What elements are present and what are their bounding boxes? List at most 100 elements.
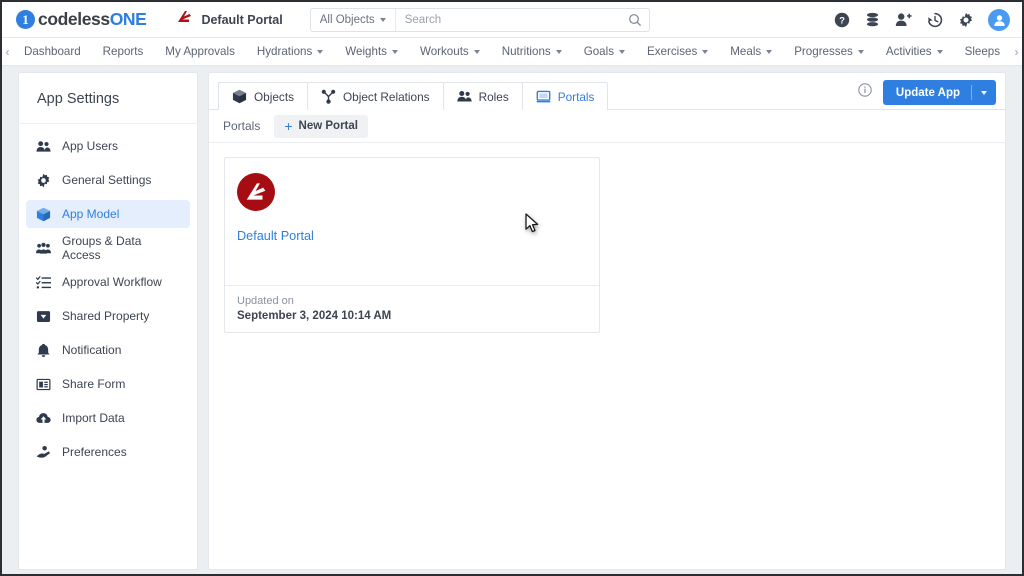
- tab-object-relations[interactable]: Object Relations: [307, 82, 444, 110]
- add-user-icon[interactable]: [895, 12, 912, 29]
- group-access-icon: [36, 241, 51, 256]
- search-input[interactable]: [395, 13, 621, 26]
- nav-item-label: Meals: [730, 45, 762, 58]
- top-bar-icons: ?: [833, 2, 1010, 38]
- search-scope-label: All Objects: [319, 13, 375, 26]
- tab-label: Object Relations: [343, 89, 430, 104]
- gear-icon: [36, 173, 51, 188]
- global-search: All Objects: [309, 7, 650, 32]
- sidebar-item-app-model[interactable]: App Model: [26, 200, 190, 228]
- history-icon[interactable]: [926, 12, 943, 29]
- chevron-right-icon[interactable]: ›: [1011, 38, 1022, 65]
- sidebar-item-notification[interactable]: Notification: [26, 336, 190, 364]
- sidebar-item-general-settings[interactable]: General Settings: [26, 166, 190, 194]
- browser-viewport: 1 codelessONE Default Portal All Objects: [0, 0, 1024, 576]
- object-nav-bar: ‹ Dashboard Reports My Approvals Hydrations…: [2, 38, 1022, 66]
- help-icon[interactable]: ?: [833, 12, 850, 29]
- sidebar-item-import-data[interactable]: Import Data: [26, 404, 190, 432]
- nav-item-dashboard[interactable]: Dashboard: [13, 38, 92, 65]
- tab-roles[interactable]: Roles: [442, 82, 523, 110]
- sidebar-item-label: Share Form: [62, 377, 126, 391]
- portal-updated-value: September 3, 2024 10:14 AM: [237, 310, 392, 322]
- brand-name-blue: ONE: [109, 9, 147, 29]
- sidebar-item-shared-property[interactable]: Shared Property: [26, 302, 190, 330]
- sidebar-item-label: Preferences: [62, 445, 127, 459]
- sidebar-item-label: App Users: [62, 139, 119, 153]
- chevron-left-icon[interactable]: ‹: [2, 38, 13, 65]
- nav-item-label: Progresses: [794, 45, 853, 58]
- app-context-selector[interactable]: Default Portal: [176, 10, 283, 29]
- sidebar-item-groups-data-access[interactable]: Groups & Data Access: [26, 234, 190, 262]
- tab-list: Objects Object Relations Roles Portals: [218, 82, 609, 110]
- checklist-icon: [36, 275, 51, 290]
- sidebar-item-label: Groups & Data Access: [62, 234, 142, 262]
- nav-item-meals[interactable]: Meals: [719, 38, 783, 65]
- nav-item-activities[interactable]: Activities: [875, 38, 954, 65]
- nav-item-nutritions[interactable]: Nutritions: [491, 38, 573, 65]
- sidebar-title: App Settings: [19, 73, 197, 124]
- nav-item-label: Sleeps: [964, 45, 1001, 58]
- sidebar-item-label: Import Data: [62, 411, 125, 425]
- sidebar-item-preferences[interactable]: Preferences: [26, 438, 190, 466]
- chevron-down-icon: [857, 49, 864, 54]
- new-portal-button[interactable]: + New Portal: [274, 114, 368, 138]
- nav-item-label: Nutritions: [501, 45, 551, 58]
- portal-card-body: Default Portal: [225, 158, 599, 285]
- appian-portal-logo-icon: [237, 173, 275, 211]
- search-icon[interactable]: [621, 9, 649, 31]
- nav-item-reports[interactable]: Reports: [92, 38, 155, 65]
- nav-item-my-approvals[interactable]: My Approvals: [154, 38, 246, 65]
- nav-item-label: Goals: [583, 45, 614, 58]
- tab-label: Objects: [254, 89, 294, 104]
- plus-icon: +: [284, 118, 293, 134]
- app-context-label: Default Portal: [201, 12, 283, 27]
- tab-label: Portals: [557, 89, 595, 104]
- search-scope-dropdown[interactable]: All Objects: [311, 8, 396, 31]
- nav-item-weights[interactable]: Weights: [334, 38, 409, 65]
- work-area: App Settings App Users General Settings Ap…: [2, 66, 1022, 574]
- brand-logo[interactable]: 1 codelessONE: [16, 2, 147, 37]
- gear-icon[interactable]: [957, 12, 974, 29]
- new-portal-label: New Portal: [298, 120, 358, 132]
- tab-portals[interactable]: Portals: [521, 82, 609, 110]
- tab-strip-actions: Update App: [858, 80, 996, 105]
- app-settings-sidebar: App Settings App Users General Settings Ap…: [18, 72, 198, 570]
- update-app-dropdown-toggle[interactable]: [972, 90, 996, 95]
- cube-icon: [36, 207, 51, 222]
- nav-item-sleeps[interactable]: Sleeps: [954, 38, 1011, 65]
- portal-card[interactable]: Default Portal Updated on September 3, 202…: [224, 157, 600, 333]
- user-avatar-icon[interactable]: [988, 9, 1010, 31]
- sidebar-item-label: Shared Property: [62, 309, 150, 323]
- portal-card-grid: Default Portal Updated on September 3, 202…: [209, 143, 1005, 333]
- update-app-button[interactable]: Update App: [882, 80, 996, 105]
- brand-wordmark: codelessONE: [38, 9, 147, 30]
- chevron-down-icon: [555, 49, 562, 54]
- chevron-down-icon: [379, 17, 386, 22]
- nav-item-label: Hydrations: [256, 45, 313, 58]
- shared-property-icon: [36, 309, 51, 324]
- portal-card-name[interactable]: Default Portal: [237, 229, 599, 243]
- nav-item-list: Dashboard Reports My Approvals Hydrations We…: [13, 38, 1011, 65]
- nav-item-goals[interactable]: Goals: [573, 38, 636, 65]
- chevron-down-icon: [936, 49, 943, 54]
- sidebar-item-approval-workflow[interactable]: Approval Workflow: [26, 268, 190, 296]
- nav-item-workouts[interactable]: Workouts: [409, 38, 491, 65]
- cloud-upload-icon: [36, 411, 51, 426]
- update-app-label: Update App: [895, 86, 960, 99]
- nav-item-exercises[interactable]: Exercises: [636, 38, 719, 65]
- chevron-down-icon: [766, 49, 773, 54]
- info-icon[interactable]: [858, 83, 872, 102]
- nav-item-label: Reports: [102, 45, 144, 58]
- database-icon[interactable]: [864, 12, 881, 29]
- nav-item-progresses[interactable]: Progresses: [783, 38, 875, 65]
- nav-item-hydrations[interactable]: Hydrations: [246, 38, 334, 65]
- brand-name-dark: codeless: [38, 9, 110, 29]
- tab-objects[interactable]: Objects: [218, 82, 308, 110]
- sidebar-item-label: General Settings: [62, 173, 152, 187]
- sidebar-item-share-form[interactable]: Share Form: [26, 370, 190, 398]
- tab-label: Roles: [478, 89, 509, 104]
- portals-toolbar: Portals + New Portal: [209, 110, 1005, 143]
- app-model-panel: Objects Object Relations Roles Portals Upda…: [208, 72, 1006, 570]
- sidebar-item-app-users[interactable]: App Users: [26, 132, 190, 160]
- sidebar-item-label: App Model: [62, 207, 120, 221]
